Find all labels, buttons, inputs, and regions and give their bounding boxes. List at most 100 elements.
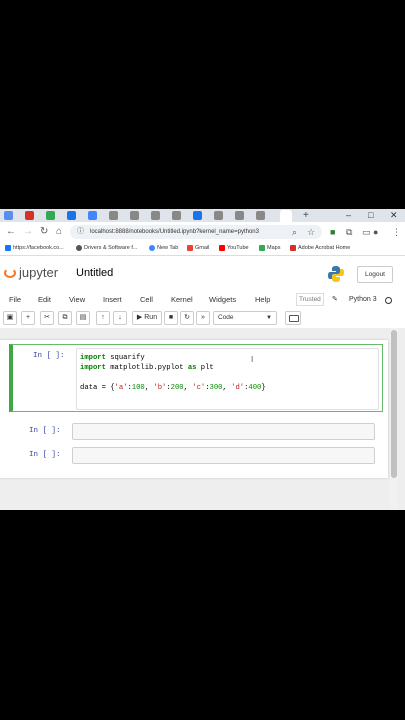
code-cell-selected[interactable]: In [ ]: import squarify import matplotli… xyxy=(9,344,383,412)
cell-type-select[interactable]: Code ▼ xyxy=(213,311,277,325)
menu-insert[interactable]: Insert xyxy=(103,294,122,306)
browser-window: + – □ ✕ ← → ↻ ⌂ ⓘ localhost:8888/noteboo… xyxy=(0,209,405,510)
code-line-4: data = {'a':100, 'b':200, 'c':300, 'd':4… xyxy=(80,384,266,392)
code-editor[interactable] xyxy=(72,423,375,440)
notebook-area: In [ ]: import squarify import matplotli… xyxy=(0,328,405,510)
python-logo-icon xyxy=(328,266,344,282)
menu-file[interactable]: File xyxy=(9,294,21,306)
code-cell[interactable]: In [ ]: xyxy=(9,422,378,440)
tab-gmail[interactable] xyxy=(25,211,34,220)
cell-prompt: In [ ]: xyxy=(29,451,61,459)
copy-icon[interactable]: ⧉ xyxy=(58,311,72,325)
scrollbar-thumb[interactable] xyxy=(391,330,397,478)
cell-prompt: In [ ]: xyxy=(33,352,65,360)
bookmark-maps[interactable]: Maps xyxy=(259,244,280,253)
gmail-icon xyxy=(187,244,193,251)
maximize-button[interactable]: □ xyxy=(368,209,373,222)
bookmark-new-tab[interactable]: New Tab xyxy=(149,244,178,253)
insert-cell-icon[interactable]: + xyxy=(21,311,35,325)
trusted-badge[interactable]: Trusted xyxy=(296,293,324,306)
cell-prompt: In [ ]: xyxy=(29,427,61,435)
vertical-scrollbar[interactable] xyxy=(390,328,398,510)
back-arrow-icon[interactable]: ← xyxy=(6,226,16,238)
cell-type-value: Code xyxy=(218,314,234,321)
more-menu-icon[interactable]: ⋮ xyxy=(392,226,401,238)
notebook-toolbar: ▣ + ✂ ⧉ ▤ ↑ ↓ ▶ Run ■ ↻ » Code ▼ xyxy=(0,309,405,327)
address-bar[interactable]: ⓘ localhost:8888/notebooks/Untitled.ipyn… xyxy=(70,225,322,239)
tab-chrome[interactable] xyxy=(235,211,244,220)
puzzle-icon[interactable]: ⧉ xyxy=(346,226,352,238)
kernel-status-icon xyxy=(385,297,392,304)
run-button[interactable]: ▶ Run xyxy=(132,311,162,325)
tab-chrome[interactable] xyxy=(172,211,181,220)
tab-favicon[interactable] xyxy=(4,211,13,220)
chrome-icon xyxy=(149,244,155,251)
globe-icon xyxy=(76,244,82,251)
forward-arrow-icon[interactable]: → xyxy=(23,226,33,238)
move-up-icon[interactable]: ↑ xyxy=(96,311,110,325)
bookmark-gmail[interactable]: Gmail xyxy=(187,244,209,253)
split-view-icon[interactable]: ▭ xyxy=(362,226,371,238)
bookmark-youtube[interactable]: YouTube xyxy=(219,244,249,253)
menu-help[interactable]: Help xyxy=(255,294,270,306)
extension-icon[interactable]: ■ xyxy=(330,226,335,238)
url-text: localhost:8888/notebooks/Untitled.ipynb?… xyxy=(90,229,259,235)
tab-docs[interactable] xyxy=(193,211,202,220)
fast-forward-icon[interactable]: » xyxy=(196,311,210,325)
keyboard-icon[interactable] xyxy=(285,311,301,325)
menu-bar: File Edit View Insert Cell Kernel Widget… xyxy=(0,291,405,310)
maps-icon xyxy=(259,244,265,251)
acrobat-icon xyxy=(290,244,296,251)
tab-forms[interactable] xyxy=(88,211,97,220)
menu-cell[interactable]: Cell xyxy=(140,294,153,306)
reload-icon[interactable]: ↻ xyxy=(40,226,48,238)
save-icon[interactable]: ▣ xyxy=(3,311,17,325)
zoom-icon[interactable]: ⌕ xyxy=(292,226,297,238)
kernel-name[interactable]: Python 3 xyxy=(349,294,377,306)
bookmark-star-icon[interactable]: ☆ xyxy=(307,226,315,238)
jupyter-logo-text[interactable]: jupyter xyxy=(19,265,58,281)
text-cursor-icon: I xyxy=(251,355,254,364)
pencil-icon[interactable]: ✎ xyxy=(332,294,338,306)
address-row: ← → ↻ ⌂ ⓘ localhost:8888/notebooks/Untit… xyxy=(0,222,405,242)
jupyter-header: jupyter Untitled Logout xyxy=(0,256,405,291)
tab-docs[interactable] xyxy=(67,211,76,220)
code-line-2: import matplotlib.pyplot as plt xyxy=(80,364,214,372)
run-icon: ▶ xyxy=(136,314,143,321)
bookmark-drivers[interactable]: Drivers & Software f... xyxy=(76,244,138,253)
cut-icon[interactable]: ✂ xyxy=(40,311,54,325)
menu-kernel[interactable]: Kernel xyxy=(171,294,193,306)
tab-chrome[interactable] xyxy=(151,211,160,220)
close-window-button[interactable]: ✕ xyxy=(390,209,398,222)
tab-chrome[interactable] xyxy=(214,211,223,220)
restart-icon[interactable]: ↻ xyxy=(180,311,194,325)
menu-widgets[interactable]: Widgets xyxy=(209,294,236,306)
home-icon[interactable]: ⌂ xyxy=(56,226,62,238)
code-text: import squarify import matplotlib.pyplot… xyxy=(80,353,266,393)
code-editor[interactable]: import squarify import matplotlib.pyplot… xyxy=(76,348,379,410)
minimize-button[interactable]: – xyxy=(346,209,351,222)
menu-view[interactable]: View xyxy=(69,294,85,306)
move-down-icon[interactable]: ↓ xyxy=(113,311,127,325)
code-line-1: import squarify xyxy=(80,354,145,362)
youtube-icon xyxy=(219,244,225,251)
tab-strip: + – □ ✕ xyxy=(0,209,405,222)
notebook-title[interactable]: Untitled xyxy=(76,266,113,280)
bookmark-facebook[interactable]: https://facebook.co... xyxy=(5,244,64,253)
tab-chrome[interactable] xyxy=(130,211,139,220)
info-icon[interactable]: ⓘ xyxy=(77,227,84,237)
code-editor[interactable] xyxy=(72,447,375,464)
chevron-down-icon: ▼ xyxy=(266,315,272,321)
menu-edit[interactable]: Edit xyxy=(38,294,51,306)
profile-avatar[interactable]: ● xyxy=(373,226,378,238)
tab-chrome[interactable] xyxy=(109,211,118,220)
interrupt-icon[interactable]: ■ xyxy=(164,311,178,325)
tab-active-jupyter[interactable] xyxy=(280,210,292,222)
paste-icon[interactable]: ▤ xyxy=(76,311,90,325)
code-cell[interactable]: In [ ]: xyxy=(9,446,378,464)
bookmark-acrobat[interactable]: Adobe Acrobat Home xyxy=(290,244,350,253)
logout-button[interactable]: Logout xyxy=(357,266,393,283)
tab-chrome[interactable] xyxy=(256,211,265,220)
tab-drive[interactable] xyxy=(46,211,55,220)
new-tab-button[interactable]: + xyxy=(303,209,309,222)
